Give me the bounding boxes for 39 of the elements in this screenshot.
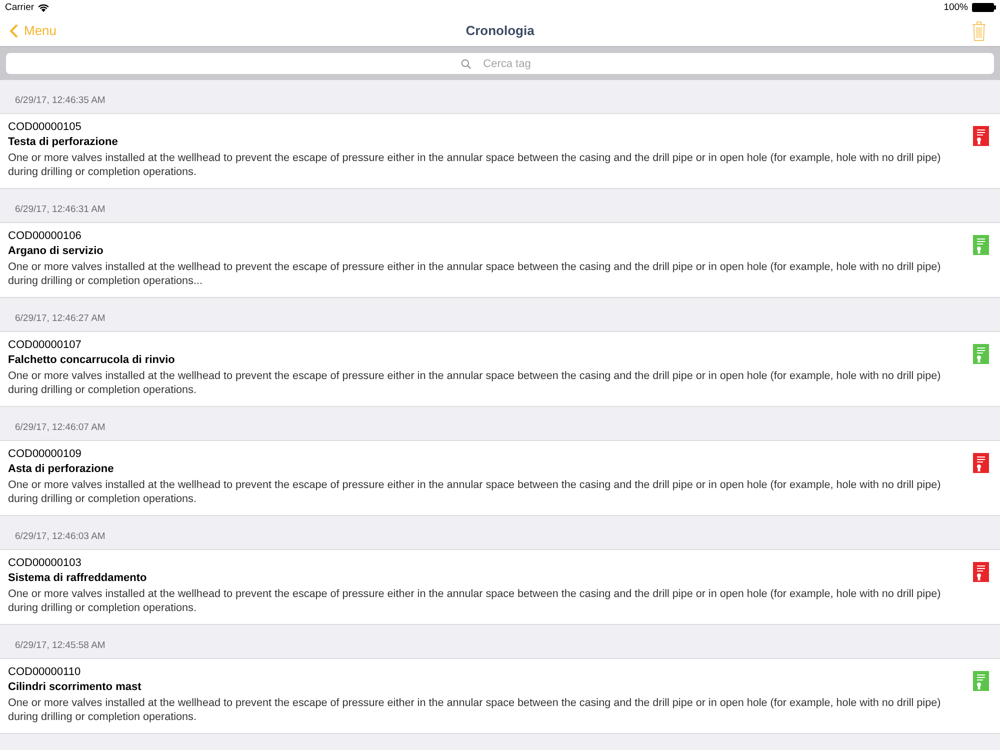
entry-name: Asta di perforazione	[8, 462, 115, 477]
entry-code: COD00000109	[8, 447, 82, 462]
entry-name: Falchetto concarrucola di rinvio	[8, 353, 176, 368]
entry-description: One or more valves installed at the wellhead to prevent the escape of pressure either in the annular space between the casing and the drill pipe or in open hole (for example, hole with no drill pipe) during drilling or completion operations.	[8, 478, 942, 506]
entry-code: COD00000105	[8, 120, 82, 135]
entry-code: COD00000110	[8, 665, 82, 680]
wifi-icon	[38, 4, 50, 12]
battery-percent: 100%	[944, 2, 968, 13]
timestamp: 6/29/17, 12:45:58 AM	[15, 640, 106, 651]
timestamp: 6/29/17, 12:46:35 AM	[15, 95, 106, 106]
entry-code: COD00000103	[8, 556, 82, 571]
timestamp: 6/29/17, 12:46:07 AM	[15, 422, 106, 433]
history-entry[interactable]	[0, 440, 1000, 516]
entry-description: One or more valves installed at the wellhead to prevent the escape of pressure either in the annular space between the casing and the drill pipe or in open hole (for example, hole with no drill pipe) during drilling or completion operations.	[8, 587, 942, 615]
entry-description: One or more valves installed at the wellhead to prevent the escape of pressure either in the annular space between the casing and the drill pipe or in open hole (for example, hole with no drill pipe) during drilling or completion operations.	[8, 369, 942, 397]
entry-code: COD00000107	[8, 338, 82, 353]
history-entry[interactable]	[0, 331, 1000, 407]
entry-description: One or more valves installed at the wellhead to prevent the escape of pressure either in the annular space between the casing and the drill pipe or in open hole (for example, hole with no drill pipe) during drilling or completion operations...	[8, 260, 942, 288]
history-entry[interactable]	[0, 113, 1000, 189]
back-chevron-icon	[10, 24, 18, 38]
entry-code: COD00000106	[8, 229, 82, 244]
entry-name: Cilindri scorrimento mast	[8, 680, 142, 695]
history-entry[interactable]	[0, 222, 1000, 298]
battery-icon	[972, 3, 996, 12]
entry-name: Sistema di raffreddamento	[8, 571, 148, 586]
entry-name: Testa di perforazione	[8, 135, 119, 150]
search-icon	[461, 59, 471, 69]
screen-title: Cronologia	[466, 23, 534, 38]
back-button[interactable]: Menu	[10, 23, 57, 38]
timestamp: 6/29/17, 12:46:03 AM	[15, 531, 106, 542]
history-entry[interactable]	[0, 549, 1000, 625]
history-entry[interactable]	[0, 658, 1000, 734]
entry-description: One or more valves installed at the wellhead to prevent the escape of pressure either in the annular space between the casing and the drill pipe or in open hole (for example, hole with no drill pipe) during drilling or completion operations.	[8, 696, 942, 724]
timestamp: 6/29/17, 12:46:31 AM	[15, 204, 106, 215]
entry-name: Argano di servizio	[8, 244, 104, 259]
search-field[interactable]: Cerca tag	[6, 53, 994, 74]
timestamp: 6/29/17, 12:46:27 AM	[15, 313, 106, 324]
entry-description: One or more valves installed at the wellhead to prevent the escape of pressure either in the annular space between the casing and the drill pipe or in open hole (for example, hole with no drill pipe) during drilling or completion operations.	[8, 151, 942, 179]
carrier-label: Carrier	[5, 2, 34, 13]
